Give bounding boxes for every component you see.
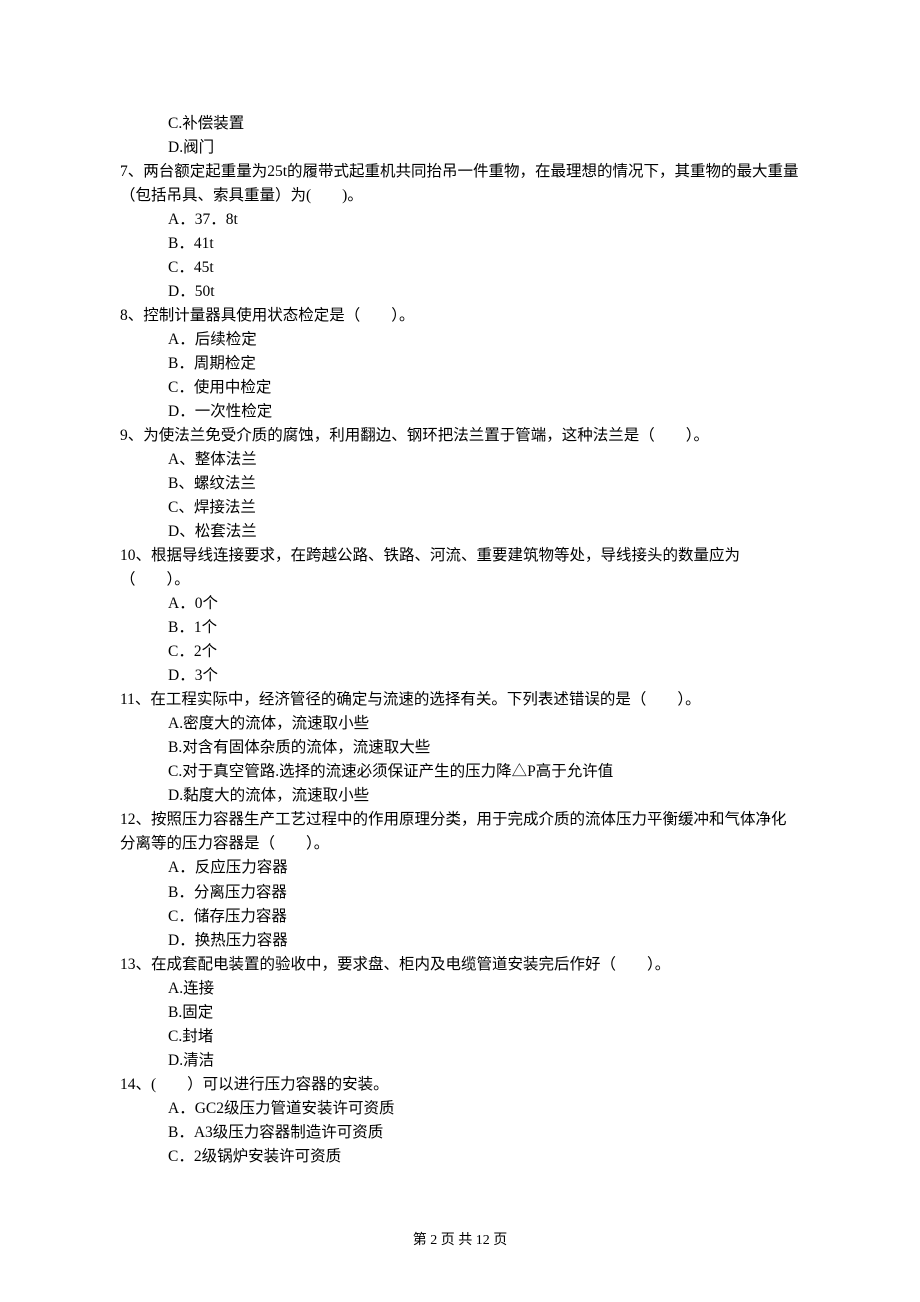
question-stem: 8、控制计量器具使用状态检定是（ ）。 [120,304,800,328]
question-option: A．反应压力容器 [120,856,800,880]
question-option: C.对于真空管路.选择的流速必须保证产生的压力降△P高于允许值 [120,760,800,784]
question-option: B.对含有固体杂质的流体，流速取大些 [120,736,800,760]
question-option: B、螺纹法兰 [120,472,800,496]
question-option: B．1个 [120,616,800,640]
question-option: D．换热压力容器 [120,929,800,953]
question-option: C、焊接法兰 [120,496,800,520]
question-stem: 14、( ）可以进行压力容器的安装。 [120,1073,800,1097]
question-stem: 12、按照压力容器生产工艺过程中的作用原理分类，用于完成介质的流体压力平衡缓冲和… [120,808,800,856]
question-option: B．41t [120,232,800,256]
question-option: C．45t [120,256,800,280]
question-stem: 13、在成套配电装置的验收中，要求盘、柜内及电缆管道安装完后作好（ ）。 [120,953,800,977]
question-option: A．37．8t [120,208,800,232]
question-option: D．50t [120,280,800,304]
question-option: A．后续检定 [120,328,800,352]
question-option: C．2级锅炉安装许可资质 [120,1145,800,1169]
question-option: D、松套法兰 [120,520,800,544]
question-option: C．储存压力容器 [120,905,800,929]
question-stem: 10、根据导线连接要求，在跨越公路、铁路、河流、重要建筑物等处，导线接头的数量应… [120,544,800,592]
question-stem: 9、为使法兰免受介质的腐蚀，利用翻边、钢环把法兰置于管端，这种法兰是（ ）。 [120,424,800,448]
question-stem: 7、两台额定起重量为25t的履带式起重机共同抬吊一件重物，在最理想的情况下，其重… [120,160,800,208]
question-option: A．GC2级压力管道安装许可资质 [120,1097,800,1121]
leading-option: C.补偿装置 [120,112,800,136]
question-option: D.清洁 [120,1049,800,1073]
question-option: A、整体法兰 [120,448,800,472]
question-option: A.连接 [120,977,800,1001]
question-option: A．0个 [120,592,800,616]
question-option: B．分离压力容器 [120,881,800,905]
question-option: A.密度大的流体，流速取小些 [120,712,800,736]
question-option: D.黏度大的流体，流速取小些 [120,784,800,808]
leading-option: D.阀门 [120,136,800,160]
question-stem: 11、在工程实际中，经济管径的确定与流速的选择有关。下列表述错误的是（ ）。 [120,688,800,712]
question-option: B．周期检定 [120,352,800,376]
page-footer: 第 2 页 共 12 页 [0,1230,920,1252]
question-option: D．3个 [120,664,800,688]
question-option: B．A3级压力容器制造许可资质 [120,1121,800,1145]
question-option: C．2个 [120,640,800,664]
question-option: C.封堵 [120,1025,800,1049]
question-option: C．使用中检定 [120,376,800,400]
question-option: B.固定 [120,1001,800,1025]
question-option: D．一次性检定 [120,400,800,424]
